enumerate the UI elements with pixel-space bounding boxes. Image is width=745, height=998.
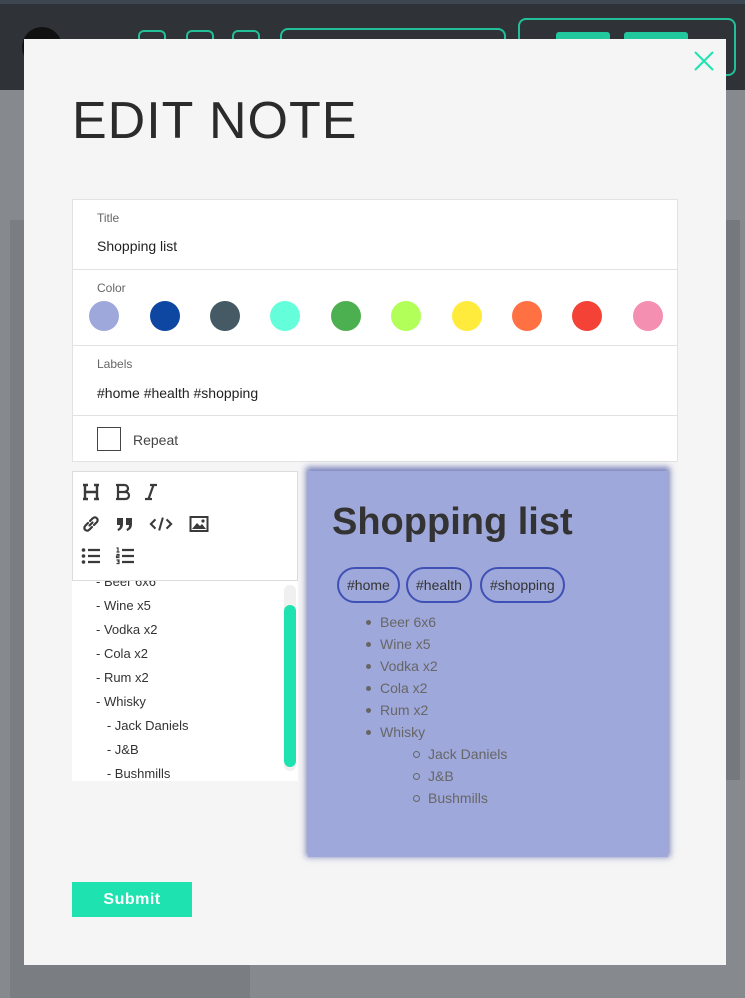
list-item-text: Rum x2 [380,702,429,718]
link-icon [83,516,99,532]
italic-button[interactable] [139,480,163,504]
list-item: Whisky [346,721,507,743]
sub-list-item: Bushmills [346,787,507,809]
preview-tag-shopping[interactable]: #shopping [480,567,565,603]
color-swatch-yellow[interactable] [452,301,482,331]
color-picker [89,301,679,331]
image-icon [189,516,209,532]
color-swatch-lavender[interactable] [89,301,119,331]
repeat-label: Repeat [133,432,179,448]
list-item: Cola x2 [346,677,507,699]
color-swatch-green[interactable] [331,301,361,331]
bullet-icon [366,642,371,647]
modal-title: EDIT NOTE [72,92,358,150]
title-input[interactable] [97,238,637,254]
labels-label: Labels [97,357,133,371]
bold-button[interactable] [111,480,135,504]
list-item-text: Bushmills [428,790,488,806]
unordered-list-button[interactable] [79,544,103,568]
heading-icon [83,483,99,501]
bold-icon [116,483,131,501]
heading-button[interactable] [79,480,103,504]
color-swatch-lime[interactable] [391,301,421,331]
title-label: Title [97,211,120,225]
circle-bullet-icon [413,751,420,758]
list-item: Rum x2 [346,699,507,721]
image-button[interactable] [187,512,211,536]
editor-line: - Cola x2 [96,646,149,661]
color-swatch-slate[interactable] [210,301,240,331]
title-field: Title [73,200,677,270]
note-preview-card: Shopping list #home #health #shopping Be… [308,471,668,857]
bullet-icon [366,686,371,691]
close-button[interactable] [692,49,716,73]
list-item-text: J&B [428,768,454,784]
color-swatch-aqua[interactable] [270,301,300,331]
bullet-icon [366,708,371,713]
ordered-list-icon [115,547,134,565]
editor-toolbar [72,471,298,581]
repeat-checkbox[interactable] [97,427,121,451]
list-item-text: Whisky [380,724,426,740]
color-swatch-orange[interactable] [512,301,542,331]
list-item-text: Wine x5 [380,636,431,652]
preview-tag-health[interactable]: #health [406,567,472,603]
markdown-editor[interactable]: - Beer 6x6 - Wine x5 - Vodka x2 - Cola x… [72,581,298,781]
ordered-list-button[interactable] [113,544,137,568]
preview-title: Shopping list [332,501,573,543]
preview-list: Beer 6x6 Wine x5 Vodka x2 Cola x2 Rum x2… [346,611,507,809]
list-item-text: Beer 6x6 [380,614,437,630]
color-swatch-red[interactable] [572,301,602,331]
list-item: Wine x5 [346,633,507,655]
sub-list-item: J&B [346,765,507,787]
list-item: Beer 6x6 [346,611,507,633]
list-item-text: Vodka x2 [380,658,438,674]
labels-input[interactable] [97,385,637,401]
close-icon [694,51,714,71]
circle-bullet-icon [413,795,420,802]
bullet-icon [366,730,371,735]
repeat-field: Repeat [73,416,677,461]
editor-line: - J&B [96,742,139,757]
color-field: Color [73,270,677,346]
bullet-icon [366,664,371,669]
editor-line: - Rum x2 [96,670,149,685]
code-button[interactable] [149,512,173,536]
bullet-icon [366,620,371,625]
editor-line: - Jack Daniels [96,718,189,733]
color-label: Color [97,281,126,295]
color-swatch-pink[interactable] [633,301,663,331]
quote-button[interactable] [113,512,137,536]
quote-icon [117,518,132,531]
header-strip [0,0,745,4]
editor-line: - Whisky [96,694,146,709]
circle-bullet-icon [413,773,420,780]
editor-line: - Beer 6x6 [96,581,156,589]
editor-line: - Bushmills [96,766,171,781]
editor-line: - Vodka x2 [96,622,158,637]
italic-icon [145,483,157,501]
code-icon [149,517,173,531]
preview-tag-home[interactable]: #home [337,567,400,603]
link-button[interactable] [79,512,103,536]
list-item-text: Jack Daniels [428,746,508,762]
submit-button[interactable]: Submit [72,882,192,917]
sub-list-item: Jack Daniels [346,743,507,765]
editor-content: - Beer 6x6 - Wine x5 - Vodka x2 - Cola x… [96,581,188,781]
edit-note-modal: EDIT NOTE Title Color Labels [24,39,726,965]
list-item-text: Cola x2 [380,680,428,696]
color-swatch-dark-blue[interactable] [150,301,180,331]
editor-scrollbar-thumb[interactable] [284,605,296,767]
unordered-list-icon [81,548,100,564]
list-item: Vodka x2 [346,655,507,677]
editor-line: - Wine x5 [96,598,151,613]
app-right-panel [726,220,740,780]
editor-scrollbar[interactable] [284,585,296,771]
labels-field: Labels [73,346,677,416]
note-form: Title Color Labels Repeat [72,199,678,462]
